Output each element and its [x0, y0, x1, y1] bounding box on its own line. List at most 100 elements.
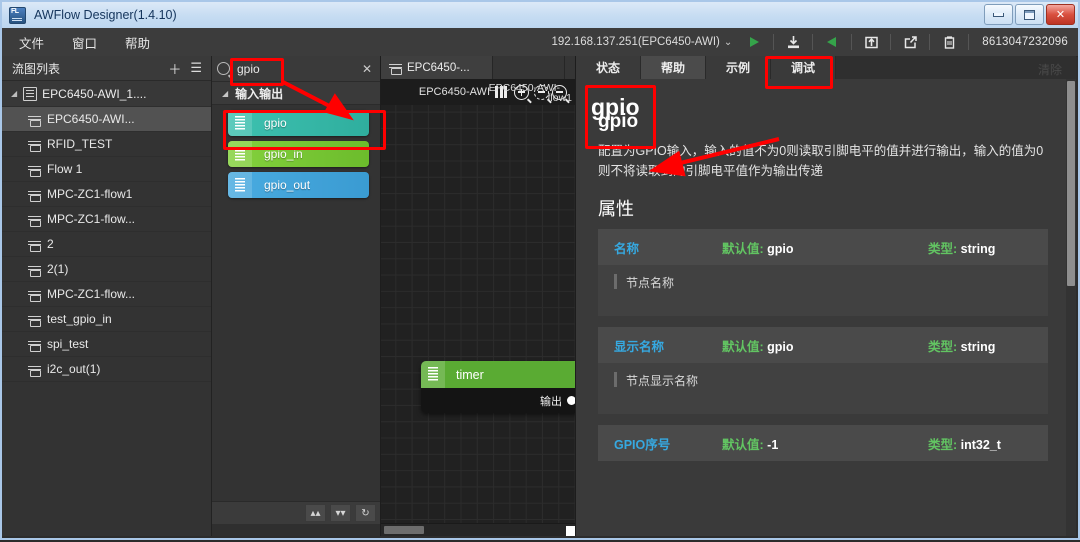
clear-search-icon[interactable]: ✕ [362, 62, 372, 76]
tab-empty-1[interactable] [493, 56, 565, 79]
deploy-button[interactable] [820, 31, 844, 53]
node-palette: gpio ✕ ◢ 输入输出 gpio gpio_in gpio_out ▴▴ ▾▾ … [212, 56, 381, 536]
list-options-icon[interactable]: ☰ [190, 60, 202, 76]
attribute-row: 名称 默认值: gpio 类型: string 节点名称 [598, 229, 1048, 316]
flow-icon [28, 314, 41, 327]
flow-list-item[interactable]: i2c_out(1) [2, 357, 211, 382]
sidebar-title: 流图列表 [12, 61, 61, 76]
add-flow-icon[interactable]: ＋ [168, 59, 181, 78]
flow-list-item[interactable]: EPC6450-AWI... [2, 107, 211, 132]
device-selector[interactable]: 192.168.137.251(EPC6450-AWI) ⌄ [552, 36, 733, 48]
tab-label: EPC6450-... [407, 61, 470, 74]
run-button[interactable] [742, 31, 766, 53]
scrollbar-thumb[interactable] [384, 526, 424, 534]
category-label: 输入输出 [235, 86, 284, 101]
timer-node-header[interactable]: timer [421, 361, 576, 388]
account-phone[interactable]: 8613047232096 [982, 36, 1068, 48]
tab-debug[interactable]: 调试 [771, 56, 836, 79]
node-glyph-icon [228, 172, 252, 198]
palette-node-gpio[interactable]: gpio [228, 110, 369, 136]
type-value: string [960, 241, 996, 256]
flow-icon [28, 264, 41, 277]
refresh-button[interactable]: ↻ [355, 504, 376, 522]
attribute-header: GPIO序号 默认值: -1 类型: int32_t [598, 425, 1048, 461]
window-controls: ✕ [984, 4, 1075, 25]
menu-window[interactable]: 窗口 [61, 30, 108, 55]
download-icon[interactable] [781, 31, 805, 53]
attribute-default: 默认值: gpio [722, 238, 928, 257]
palette-scrollbar[interactable] [212, 524, 380, 536]
tab-example[interactable]: 示例 [706, 56, 771, 79]
application-window: AWFlow Designer(1.4.10) ✕ 文件 窗口 帮助 192.1… [0, 0, 1080, 540]
search-input[interactable]: gpio [237, 62, 362, 76]
maximize-button[interactable] [1015, 4, 1044, 25]
description-bar [614, 372, 617, 387]
timer-node[interactable]: timer 输出 [421, 361, 576, 413]
flow-list-item[interactable]: RFID_TEST [2, 132, 211, 157]
palette-category-row[interactable]: ◢ 输入输出 [212, 82, 380, 105]
export-icon[interactable] [898, 31, 922, 53]
flow-icon [28, 139, 41, 152]
flow-list-item[interactable]: MPC-ZC1-flow... [2, 282, 211, 307]
palette-node-list: gpio gpio_in gpio_out [212, 110, 380, 198]
flow-list-item-label: EPC6450-AWI... [47, 112, 135, 126]
flow-list-item[interactable]: 2(1) [2, 257, 211, 282]
toolbar-divider [812, 34, 814, 50]
flow-list-item[interactable]: MPC-ZC1-flow1 [2, 182, 211, 207]
category-twisty-icon[interactable]: ◢ [222, 89, 228, 98]
flow-list-item[interactable]: Flow 1 [2, 157, 211, 182]
attribute-list: 名称 默认值: gpio 类型: string 节点名称 显示名称 默认值: gpio 类型… [598, 229, 1048, 461]
canvas-overlay-sub: flow1 [547, 92, 572, 104]
attribute-default: 默认值: -1 [722, 434, 928, 453]
toolbar-divider [968, 34, 970, 50]
title-bar: AWFlow Designer(1.4.10) ✕ [2, 2, 1078, 29]
flow-list-item[interactable]: spi_test [2, 332, 211, 357]
help-attributes-heading: 属性 [598, 199, 634, 219]
flow-list-item[interactable]: test_gpio_in [2, 307, 211, 332]
attribute-name: 名称 [614, 241, 640, 256]
flow-canvas[interactable]: EPC6450-AWI EPC6450-AWI- flow1 timer 输出 [381, 79, 576, 524]
flow-list-item[interactable]: 2 [2, 232, 211, 257]
type-value: int32_t [960, 437, 1001, 452]
palette-node-label: gpio_out [264, 178, 311, 192]
expand-all-button[interactable]: ▾▾ [330, 504, 351, 522]
help-panel: 状态 帮助 示例 调试 清除 gpio 配置为GPIO输入，输入的值不为0则读取… [575, 56, 1076, 536]
palette-node-gpio_in[interactable]: gpio_in [228, 141, 369, 167]
attribute-header: 显示名称 默认值: gpio 类型: string [598, 327, 1048, 363]
flow-icon [28, 114, 41, 127]
type-value: string [960, 339, 996, 354]
menu-file[interactable]: 文件 [8, 30, 55, 55]
menu-help[interactable]: 帮助 [114, 30, 161, 55]
collapse-all-button[interactable]: ▴▴ [305, 504, 326, 522]
tab-status[interactable]: 状态 [576, 56, 641, 79]
default-value: gpio [767, 241, 794, 256]
toolbar-divider [773, 34, 775, 50]
flow-icon [28, 164, 41, 177]
flow-list-item-label: MPC-ZC1-flow1 [47, 187, 133, 201]
node-glyph-icon [228, 110, 252, 136]
clear-button[interactable]: 清除 [1038, 61, 1062, 78]
default-key: 默认值: [722, 437, 764, 452]
close-button[interactable]: ✕ [1046, 4, 1075, 25]
attribute-type: 类型: string [928, 238, 995, 257]
attribute-default: 默认值: gpio [722, 336, 928, 355]
default-key: 默认值: [722, 241, 764, 256]
flow-list-item[interactable]: MPC-ZC1-flow... [2, 207, 211, 232]
node-glyph-icon [421, 361, 445, 388]
tree-root-label: EPC6450-AWI_1.... [42, 86, 147, 101]
tab-epc6450[interactable]: EPC6450-... [381, 56, 493, 79]
clipboard-icon[interactable] [937, 31, 961, 53]
upload-icon[interactable] [859, 31, 883, 53]
tab-help[interactable]: 帮助 [641, 56, 706, 79]
help-vertical-scrollbar[interactable] [1066, 79, 1076, 536]
palette-node-gpio_out[interactable]: gpio_out [228, 172, 369, 198]
attribute-header: 名称 默认值: gpio 类型: string [598, 229, 1048, 265]
canvas-horizontal-scrollbar[interactable] [381, 523, 576, 536]
tree-root-node[interactable]: ◢ EPC6450-AWI_1.... [2, 81, 211, 107]
twisty-icon[interactable]: ◢ [11, 89, 17, 98]
canvas-tab-strip: EPC6450-... [381, 56, 637, 80]
flow-icon [28, 214, 41, 227]
attribute-row: 显示名称 默认值: gpio 类型: string 节点显示名称 [598, 327, 1048, 414]
help-scrollbar-thumb[interactable] [1067, 81, 1075, 286]
minimize-button[interactable] [984, 4, 1013, 25]
